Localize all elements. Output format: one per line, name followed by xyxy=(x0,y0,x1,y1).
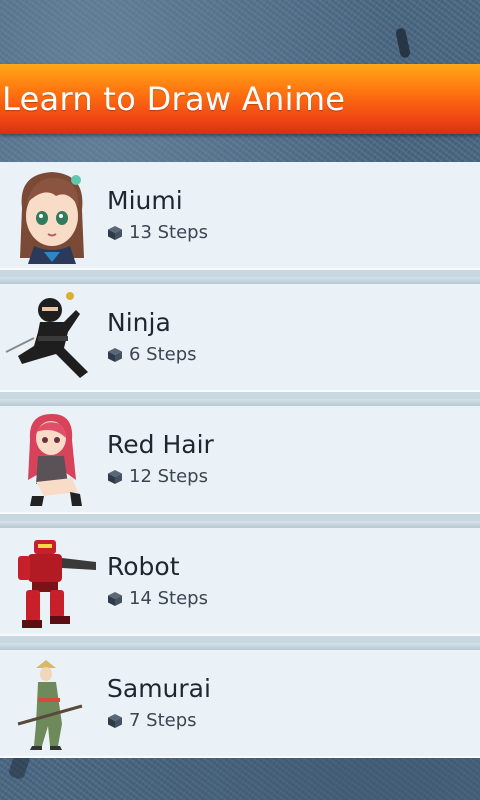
steps-count: 6 Steps xyxy=(129,344,197,365)
red-hair-girl-icon xyxy=(4,410,102,510)
list-divider xyxy=(0,399,480,406)
list-item-robot[interactable]: Robot 14 Steps xyxy=(0,528,480,643)
list-item-ninja[interactable]: Ninja 6 Steps xyxy=(0,284,480,399)
steps-row: 12 Steps xyxy=(107,466,208,487)
steps-row: 6 Steps xyxy=(107,344,197,365)
steps-count: 13 Steps xyxy=(129,222,208,243)
cube-icon xyxy=(108,225,122,240)
list-divider xyxy=(0,277,480,284)
steps-row: 14 Steps xyxy=(107,588,208,609)
tutorial-name: Robot xyxy=(107,552,180,581)
steps-row: 7 Steps xyxy=(107,710,197,731)
anime-girl-portrait-icon xyxy=(4,166,102,266)
ninja-figure-icon xyxy=(4,288,102,388)
steps-count: 14 Steps xyxy=(129,588,208,609)
steps-count: 7 Steps xyxy=(129,710,197,731)
tutorial-list: Miumi 13 Steps Ninja 6 Steps Red Hair 12… xyxy=(0,162,480,758)
tutorial-name: Ninja xyxy=(107,308,171,337)
list-divider xyxy=(0,521,480,528)
cube-icon xyxy=(108,591,122,606)
steps-row: 13 Steps xyxy=(107,222,208,243)
tutorial-name: Miumi xyxy=(107,186,183,215)
list-item-samurai[interactable]: Samurai 7 Steps xyxy=(0,650,480,758)
list-item-red-hair[interactable]: Red Hair 12 Steps xyxy=(0,406,480,521)
tutorial-name: Red Hair xyxy=(107,430,214,459)
list-divider xyxy=(0,643,480,650)
list-item-miumi[interactable]: Miumi 13 Steps xyxy=(0,162,480,277)
page-title: Learn to Draw Anime xyxy=(2,80,346,118)
tutorial-name: Samurai xyxy=(107,674,211,703)
background-texture-mark xyxy=(394,27,412,59)
cube-icon xyxy=(108,713,122,728)
steps-count: 12 Steps xyxy=(129,466,208,487)
cube-icon xyxy=(108,347,122,362)
samurai-figure-icon xyxy=(4,654,102,754)
red-robot-icon xyxy=(4,532,102,632)
cube-icon xyxy=(108,469,122,484)
app-header: Learn to Draw Anime xyxy=(0,64,480,134)
